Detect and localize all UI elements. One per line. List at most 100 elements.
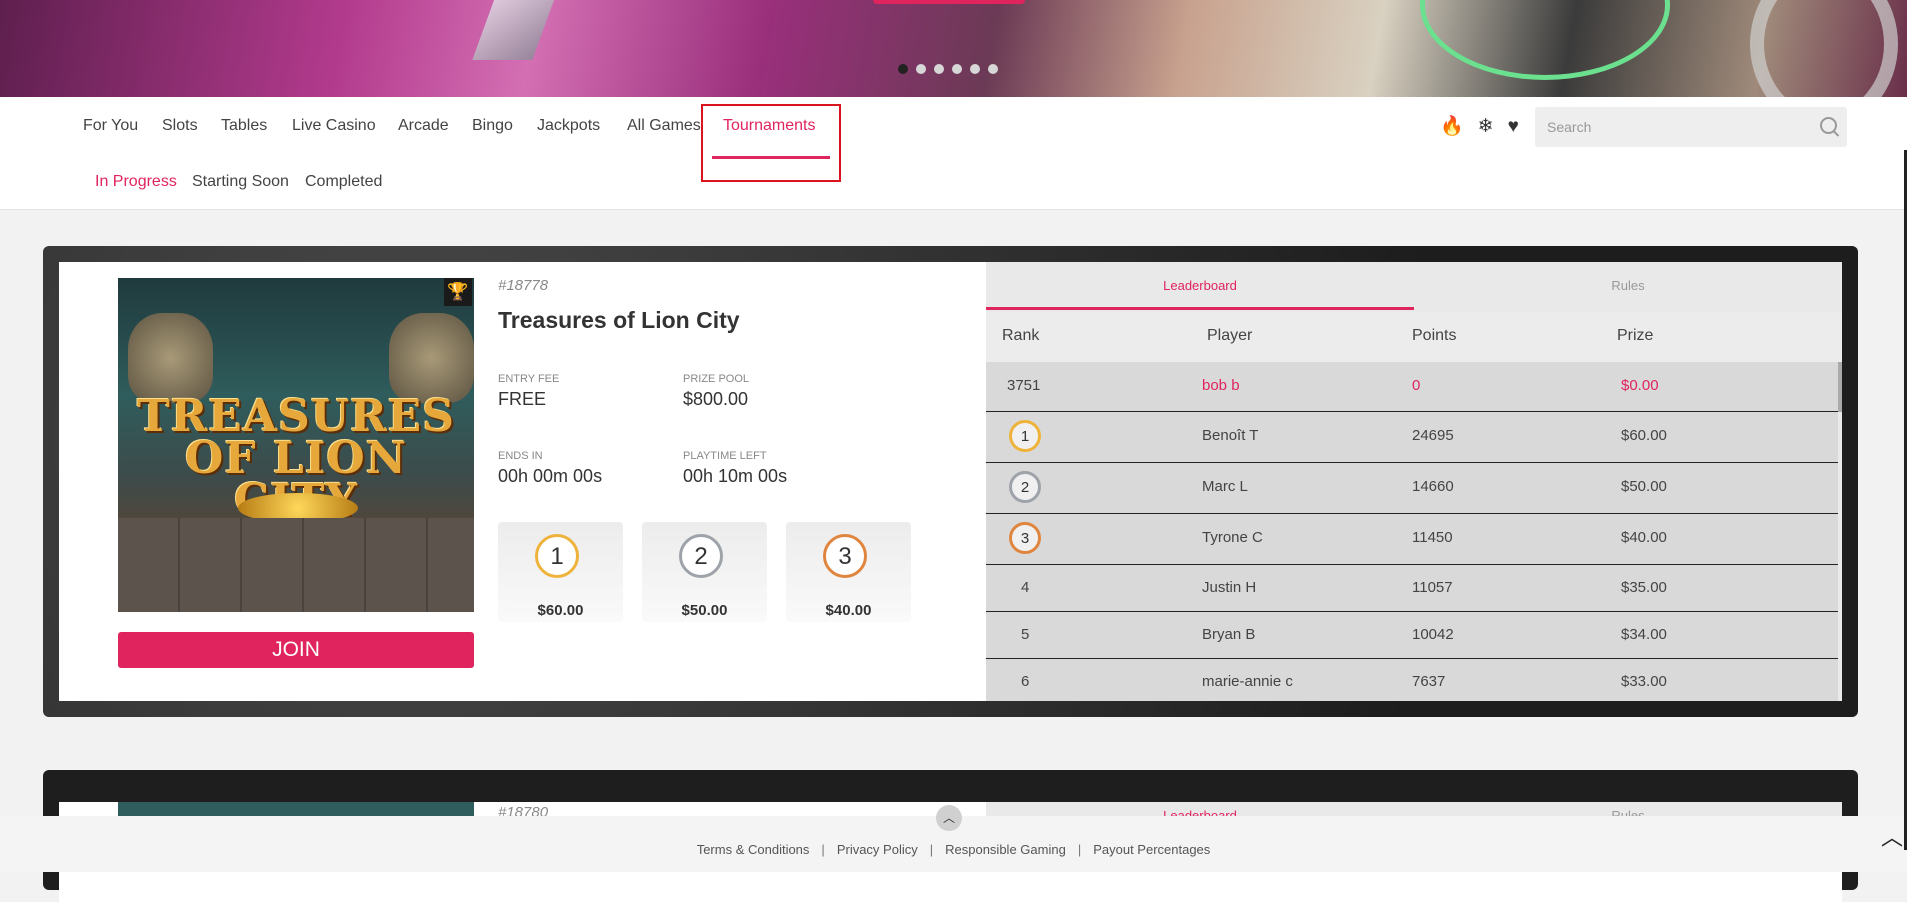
nav-item-tables[interactable]: Tables bbox=[221, 117, 267, 135]
prize-amount: $40.00 bbox=[825, 602, 872, 619]
heart-icon[interactable]: ♥ bbox=[1508, 117, 1519, 137]
rank-cell: 4 bbox=[1021, 579, 1030, 596]
nav-item-all-games[interactable]: All Games bbox=[627, 117, 701, 135]
footer-link-payout[interactable]: Payout Percentages bbox=[1093, 842, 1210, 857]
rank-cell: 3751 bbox=[1007, 377, 1041, 394]
footer: ︿ Terms & Conditions | Privacy Policy | Resp… bbox=[0, 805, 1907, 872]
ends-in-value: 00h 00m 00s bbox=[498, 466, 603, 486]
banner-art-ring bbox=[1420, 0, 1670, 80]
points-cell: 11450 bbox=[1412, 529, 1453, 546]
prize-cell: $34.00 bbox=[1621, 626, 1667, 643]
playtime-left-value: 00h 10m 00s bbox=[683, 466, 788, 486]
scroll-to-top-icon[interactable]: ︿ bbox=[1881, 820, 1903, 852]
tournament-id: #18778 bbox=[498, 277, 549, 294]
carousel-dot[interactable] bbox=[970, 64, 980, 74]
nav-item-jackpots[interactable]: Jackpots bbox=[537, 117, 600, 135]
table-row: 6 marie-annie c 7637 $33.00 bbox=[986, 659, 1838, 701]
tab-rules[interactable]: Rules bbox=[1414, 262, 1842, 310]
points-cell: 0 bbox=[1412, 377, 1421, 394]
table-row: 5 Bryan B 10042 $34.00 bbox=[986, 612, 1838, 659]
rank-badge-3: 3 bbox=[1009, 522, 1041, 554]
subtab-completed[interactable]: Completed bbox=[305, 173, 382, 191]
nav-item-arcade[interactable]: Arcade bbox=[398, 117, 449, 135]
footer-links: Terms & Conditions | Privacy Policy | Respon… bbox=[0, 842, 1907, 857]
prize-cell: $40.00 bbox=[1621, 529, 1667, 546]
main-nav: For You Slots Tables Live Casino Arcade … bbox=[0, 97, 1907, 210]
prize-card-2nd: 2 $50.00 bbox=[642, 522, 767, 622]
medal-1: 1 bbox=[535, 534, 579, 578]
rank-badge-2: 2 bbox=[1009, 471, 1041, 503]
trophy-icon: 🏆 bbox=[444, 278, 472, 306]
carousel-dot[interactable] bbox=[898, 64, 908, 74]
medal-3: 3 bbox=[823, 534, 867, 578]
player-cell: Marc L bbox=[1202, 478, 1248, 495]
playtime-left-label: PLAYTIME LEFT bbox=[683, 450, 767, 462]
nav-item-for-you[interactable]: For You bbox=[83, 117, 138, 135]
carousel-dots bbox=[898, 64, 998, 74]
leaderboard-header: Rank Player Points Prize bbox=[986, 312, 1842, 362]
prize-cell: $0.00 bbox=[1621, 377, 1659, 394]
entry-fee-label: ENTRY FEE bbox=[498, 373, 560, 385]
join-button[interactable]: JOIN bbox=[118, 632, 474, 668]
game-thumbnail[interactable]: TREASURES OF LION CITY bbox=[118, 278, 474, 612]
rank-cell: 6 bbox=[1021, 673, 1030, 690]
highlight-box bbox=[701, 104, 841, 182]
table-row: 4 Justin H 11057 $35.00 bbox=[986, 565, 1838, 612]
rank-badge-1: 1 bbox=[1009, 420, 1041, 452]
prize-cell: $33.00 bbox=[1621, 673, 1667, 690]
points-cell: 24695 bbox=[1412, 427, 1454, 444]
prize-cell: $35.00 bbox=[1621, 579, 1667, 596]
carousel-dot[interactable] bbox=[934, 64, 944, 74]
nav-item-slots[interactable]: Slots bbox=[162, 117, 198, 135]
prize-cell: $60.00 bbox=[1621, 427, 1667, 444]
prize-cell: $50.00 bbox=[1621, 478, 1667, 495]
hero-banner[interactable] bbox=[0, 0, 1907, 97]
carousel-dot[interactable] bbox=[916, 64, 926, 74]
tab-leaderboard[interactable]: Leaderboard bbox=[986, 262, 1414, 310]
snowflake-icon[interactable]: ❄ bbox=[1478, 117, 1494, 137]
footer-separator: | bbox=[821, 842, 825, 857]
rank-cell: 5 bbox=[1021, 626, 1030, 643]
floor-art bbox=[118, 518, 474, 612]
nav-icons: 🔥 ❄ ♥ bbox=[1440, 117, 1519, 137]
footer-separator: | bbox=[1077, 842, 1082, 857]
my-rank-row: 3751 bob b 0 $0.00 bbox=[986, 362, 1838, 412]
banner-cta-button[interactable] bbox=[873, 0, 1025, 4]
col-rank: Rank bbox=[1002, 327, 1040, 344]
player-cell: Benoît T bbox=[1202, 427, 1259, 444]
footer-link-responsible-gaming[interactable]: Responsible Gaming bbox=[945, 842, 1066, 857]
player-cell: marie-annie c bbox=[1202, 673, 1293, 690]
search-input[interactable] bbox=[1535, 107, 1807, 147]
table-row: 3 Tyrone C 11450 $40.00 bbox=[986, 514, 1838, 565]
col-prize: Prize bbox=[1617, 327, 1654, 344]
lion-statue-art bbox=[128, 313, 213, 403]
entry-fee-value: FREE bbox=[498, 389, 547, 409]
points-cell: 10042 bbox=[1412, 626, 1454, 643]
prize-amount: $60.00 bbox=[537, 602, 584, 619]
prize-card-3rd: 3 $40.00 bbox=[786, 522, 911, 622]
table-row: 1 Benoît T 24695 $60.00 bbox=[986, 412, 1838, 463]
footer-separator: | bbox=[929, 842, 934, 857]
tournament-card-body: TREASURES OF LION CITY 🏆 JOIN #18778 Tre… bbox=[59, 262, 1842, 701]
prize-pool-value: $800.00 bbox=[683, 389, 749, 409]
nav-item-live-casino[interactable]: Live Casino bbox=[292, 117, 376, 135]
footer-link-privacy[interactable]: Privacy Policy bbox=[837, 842, 918, 857]
tournament-card: TREASURES OF LION CITY 🏆 JOIN #18778 Tre… bbox=[43, 246, 1858, 717]
fire-icon[interactable]: 🔥 bbox=[1440, 117, 1464, 137]
chevron-up-icon[interactable]: ︿ bbox=[936, 805, 962, 831]
tournament-name: Treasures of Lion City bbox=[498, 307, 740, 333]
ends-in-label: ENDS IN bbox=[498, 450, 543, 462]
player-cell: Tyrone C bbox=[1202, 529, 1263, 546]
subtab-starting-soon[interactable]: Starting Soon bbox=[192, 173, 289, 191]
subtab-in-progress[interactable]: In Progress bbox=[95, 173, 177, 191]
leaderboard-scrollbar[interactable] bbox=[1838, 362, 1842, 412]
search-icon[interactable] bbox=[1820, 117, 1837, 134]
footer-link-terms[interactable]: Terms & Conditions bbox=[697, 842, 810, 857]
player-cell: Justin H bbox=[1202, 579, 1257, 596]
carousel-dot[interactable] bbox=[988, 64, 998, 74]
carousel-dot[interactable] bbox=[952, 64, 962, 74]
search-box bbox=[1535, 107, 1847, 147]
player-cell: bob b bbox=[1202, 377, 1240, 394]
nav-item-bingo[interactable]: Bingo bbox=[472, 117, 513, 135]
table-row: 2 Marc L 14660 $50.00 bbox=[986, 463, 1838, 514]
